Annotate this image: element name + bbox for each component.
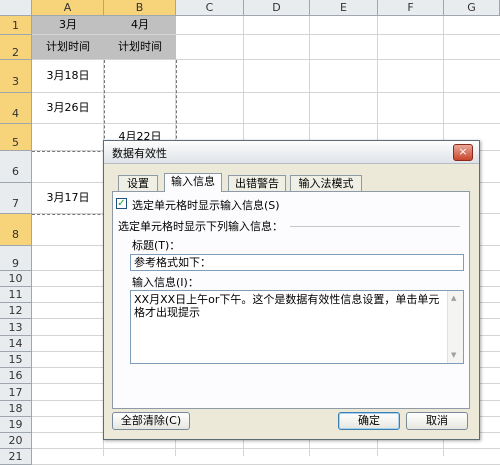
- section-separator: [290, 226, 460, 227]
- message-textarea[interactable]: XX月XX日上午or下午。这个是数据有效性信息设置，单击单元格才出现提示 ▲ ▼: [130, 290, 464, 364]
- row-header-5[interactable]: 5: [0, 124, 32, 151]
- column-header-a[interactable]: A: [32, 0, 104, 16]
- row-header-13[interactable]: 13: [0, 319, 32, 336]
- row-header-8[interactable]: 8: [0, 214, 32, 246]
- row-header-10[interactable]: 10: [0, 271, 32, 287]
- column-header-d[interactable]: D: [244, 0, 310, 16]
- row-header-19[interactable]: 19: [0, 417, 32, 433]
- title-input[interactable]: 参考格式如下：: [130, 254, 464, 271]
- message-scrollbar[interactable]: ▲ ▼: [447, 291, 463, 363]
- cell-a7[interactable]: 3月17日: [32, 183, 104, 213]
- dialog-titlebar[interactable]: 数据有效性 ×: [104, 141, 479, 164]
- message-text: XX月XX日上午or下午。这个是数据有效性信息设置，单击单元格才出现提示: [134, 293, 440, 319]
- scroll-up-icon[interactable]: ▲: [451, 292, 456, 305]
- show-input-checkbox[interactable]: ✓: [116, 198, 127, 209]
- show-input-checkbox-label[interactable]: 选定单元格时显示输入信息(S): [132, 197, 280, 213]
- row-header-1[interactable]: 1: [0, 16, 32, 35]
- tab-error-alert[interactable]: 出错警告: [228, 175, 286, 191]
- row-header-18[interactable]: 18: [0, 401, 32, 417]
- ok-button[interactable]: 确定: [338, 412, 400, 430]
- clear-all-button[interactable]: 全部清除(C): [112, 412, 190, 430]
- cancel-button[interactable]: 取消: [406, 412, 468, 430]
- row-header-16[interactable]: 16: [0, 368, 32, 384]
- column-header-e[interactable]: E: [310, 0, 378, 16]
- row-header-11[interactable]: 11: [0, 287, 32, 303]
- column-header-f[interactable]: F: [378, 0, 444, 16]
- row-header-12[interactable]: 12: [0, 303, 32, 319]
- column-header-c[interactable]: C: [176, 0, 244, 16]
- row-header-3[interactable]: 3: [0, 60, 32, 93]
- row-header-21[interactable]: 21: [0, 449, 32, 465]
- row-header-9[interactable]: 9: [0, 246, 32, 271]
- cell-a3[interactable]: 3月18日: [32, 60, 104, 92]
- scroll-down-icon[interactable]: ▼: [451, 349, 456, 362]
- close-icon[interactable]: ×: [453, 144, 473, 161]
- row-header-7[interactable]: 7: [0, 183, 32, 214]
- row-header-17[interactable]: 17: [0, 384, 32, 401]
- tab-ime-mode[interactable]: 输入法模式: [290, 175, 362, 191]
- message-field-label: 输入信息(I)：: [132, 276, 199, 289]
- cell-b2[interactable]: 计划时间: [104, 35, 176, 59]
- title-field-label: 标题(T)：: [132, 239, 181, 252]
- dialog-title: 数据有效性: [112, 147, 167, 160]
- row-header-6[interactable]: 6: [0, 151, 32, 183]
- cell-a4[interactable]: 3月26日: [32, 93, 104, 123]
- row-header-4[interactable]: 4: [0, 93, 32, 124]
- tab-settings[interactable]: 设置: [118, 175, 158, 191]
- row-header-15[interactable]: 15: [0, 352, 32, 368]
- cell-b1[interactable]: 4月: [104, 16, 176, 34]
- row-header-14[interactable]: 14: [0, 336, 32, 352]
- tab-input-message[interactable]: 输入信息: [164, 173, 222, 192]
- section-label: 选定单元格时显示下列输入信息：: [118, 220, 283, 233]
- column-header-g[interactable]: G: [444, 0, 500, 16]
- cell-a1[interactable]: 3月: [32, 16, 104, 34]
- row-header-20[interactable]: 20: [0, 433, 32, 449]
- cell-a2[interactable]: 计划时间: [32, 35, 104, 59]
- select-all-corner[interactable]: [0, 0, 32, 16]
- row-header-2[interactable]: 2: [0, 35, 32, 60]
- data-validation-dialog: 数据有效性 × 设置 输入信息 出错警告 输入法模式 ✓ 选定单元格时显示输入信…: [103, 140, 480, 440]
- column-header-b[interactable]: B: [104, 0, 176, 16]
